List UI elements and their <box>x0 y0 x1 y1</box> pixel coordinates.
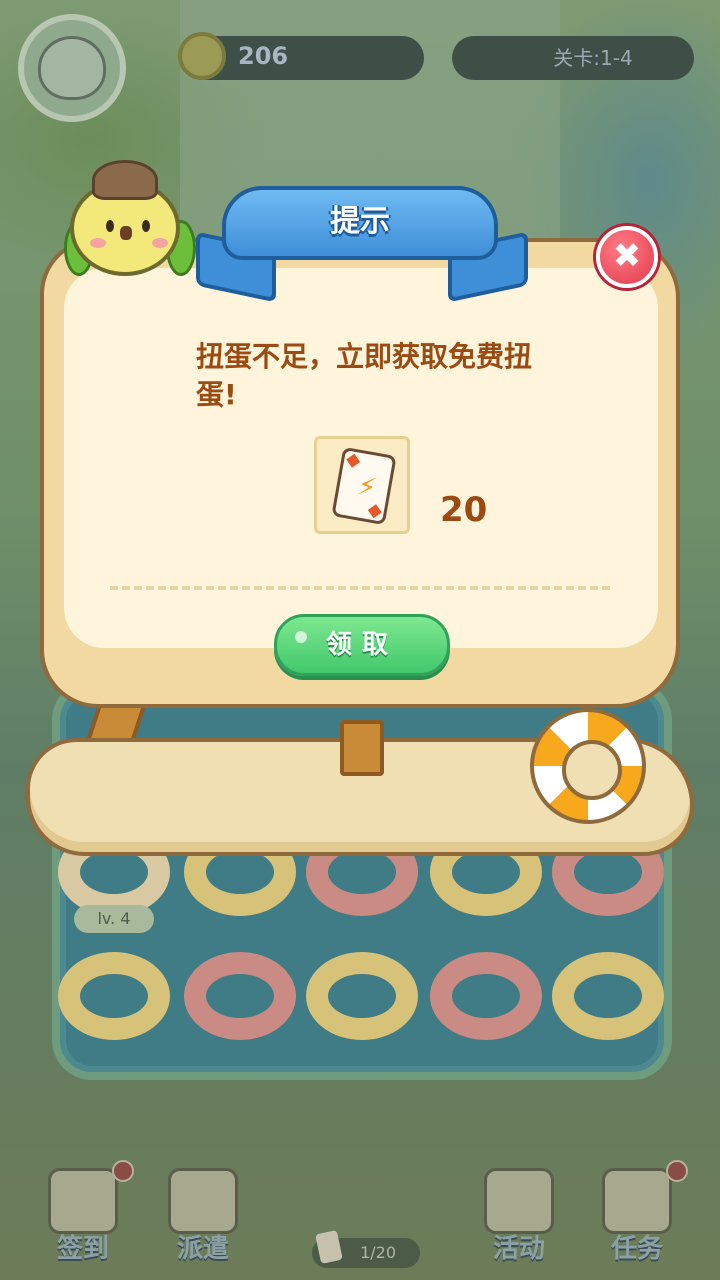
pool-ring <box>58 952 170 1040</box>
level-indicator: 关卡:1-4 <box>452 36 694 80</box>
coin-icon <box>178 32 226 80</box>
nav-tasks-label: 任务 <box>610 1234 663 1264</box>
dialog-message: 扭蛋不足，立即获取免费扭蛋! <box>196 340 533 411</box>
lightning-icon: ⚡ <box>355 471 379 504</box>
bird-cheek <box>90 238 106 248</box>
card-counter: 1/20 <box>312 1230 420 1268</box>
bird-eye <box>106 220 114 232</box>
scroll-icon <box>602 1168 672 1234</box>
pool-ring <box>552 952 664 1040</box>
coin-value: 206 <box>238 42 289 70</box>
lifebuoy-icon <box>530 708 646 824</box>
claim-button[interactable]: 领取 <box>274 614 450 676</box>
nav-dispatch[interactable]: 派遣 <box>148 1160 258 1270</box>
player-avatar[interactable] <box>18 14 126 122</box>
close-icon: ✖ <box>612 236 642 276</box>
diamond-icon <box>367 504 382 519</box>
nav-checkin-label: 签到 <box>56 1234 109 1264</box>
pool-ring <box>184 952 296 1040</box>
card-count-value: 1/20 <box>360 1243 396 1262</box>
easel-stand <box>340 720 384 776</box>
nav-events-label: 活动 <box>492 1234 545 1264</box>
bird-crest <box>92 160 158 200</box>
nav-checkin[interactable]: 签到 <box>28 1160 138 1270</box>
divider <box>110 586 610 590</box>
dialog-title: 提示 <box>330 204 390 239</box>
nav-dispatch-label: 派遣 <box>176 1234 229 1264</box>
megaphone-icon <box>484 1168 554 1234</box>
close-button[interactable]: ✖ <box>596 226 658 288</box>
bird-cheek <box>152 238 168 248</box>
button-shine <box>295 631 307 643</box>
card-face: ⚡ <box>331 446 397 526</box>
notification-dot <box>112 1160 134 1182</box>
gacha-card-icon: ⚡ <box>314 436 410 534</box>
diamond-icon <box>346 453 361 468</box>
calendar-icon <box>48 1168 118 1234</box>
claim-button-label: 领取 <box>325 630 398 660</box>
pool-level-badge: lv. 4 <box>74 905 154 933</box>
nav-events[interactable]: 活动 <box>464 1160 574 1270</box>
notification-dot <box>666 1160 688 1182</box>
reward-amount: 20 <box>440 490 488 530</box>
pool-ring <box>306 952 418 1040</box>
bird-mascot <box>64 160 196 280</box>
pool-ring <box>430 952 542 1040</box>
crossed-swords-icon <box>168 1168 238 1234</box>
bird-beak <box>120 226 132 240</box>
nav-tasks[interactable]: 任务 <box>582 1160 692 1270</box>
bird-eye <box>142 220 150 232</box>
avatar-face-icon <box>38 36 106 100</box>
